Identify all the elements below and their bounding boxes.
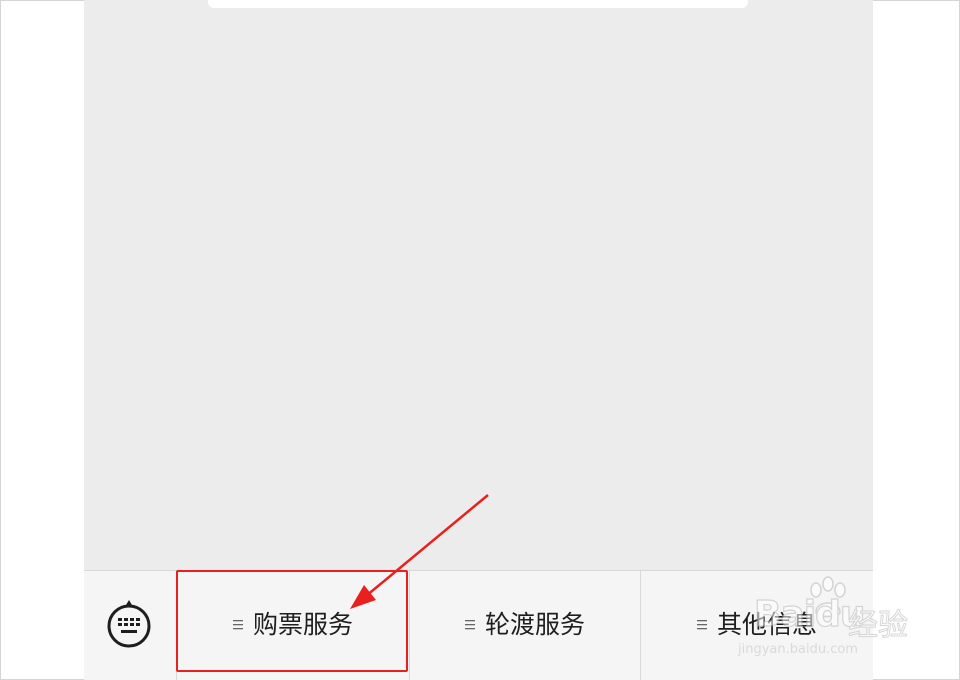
- wechat-chat-window: 购票服务 轮渡服务 其他信息: [84, 0, 873, 680]
- menu-item-other-info[interactable]: 其他信息: [640, 571, 873, 680]
- screenshot-page: 购票服务 轮渡服务 其他信息 Baidu 经验 jingyan.baidu.co…: [0, 0, 960, 680]
- keyboard-toggle-button[interactable]: [84, 571, 176, 680]
- custom-menu-bar: 购票服务 轮渡服务 其他信息: [84, 570, 873, 680]
- menu-item-label: 轮渡服务: [484, 610, 585, 639]
- menu-item-ticket-service[interactable]: 购票服务: [176, 571, 409, 680]
- list-icon: [464, 620, 475, 630]
- keyboard-icon: [107, 600, 151, 648]
- list-icon: [232, 620, 243, 630]
- menu-item-label: 其他信息: [716, 610, 817, 639]
- message-card-bottom-edge: [208, 0, 748, 8]
- menu-item-label: 购票服务: [252, 610, 353, 639]
- menu-item-ferry-service[interactable]: 轮渡服务: [409, 571, 640, 680]
- list-icon: [696, 620, 707, 630]
